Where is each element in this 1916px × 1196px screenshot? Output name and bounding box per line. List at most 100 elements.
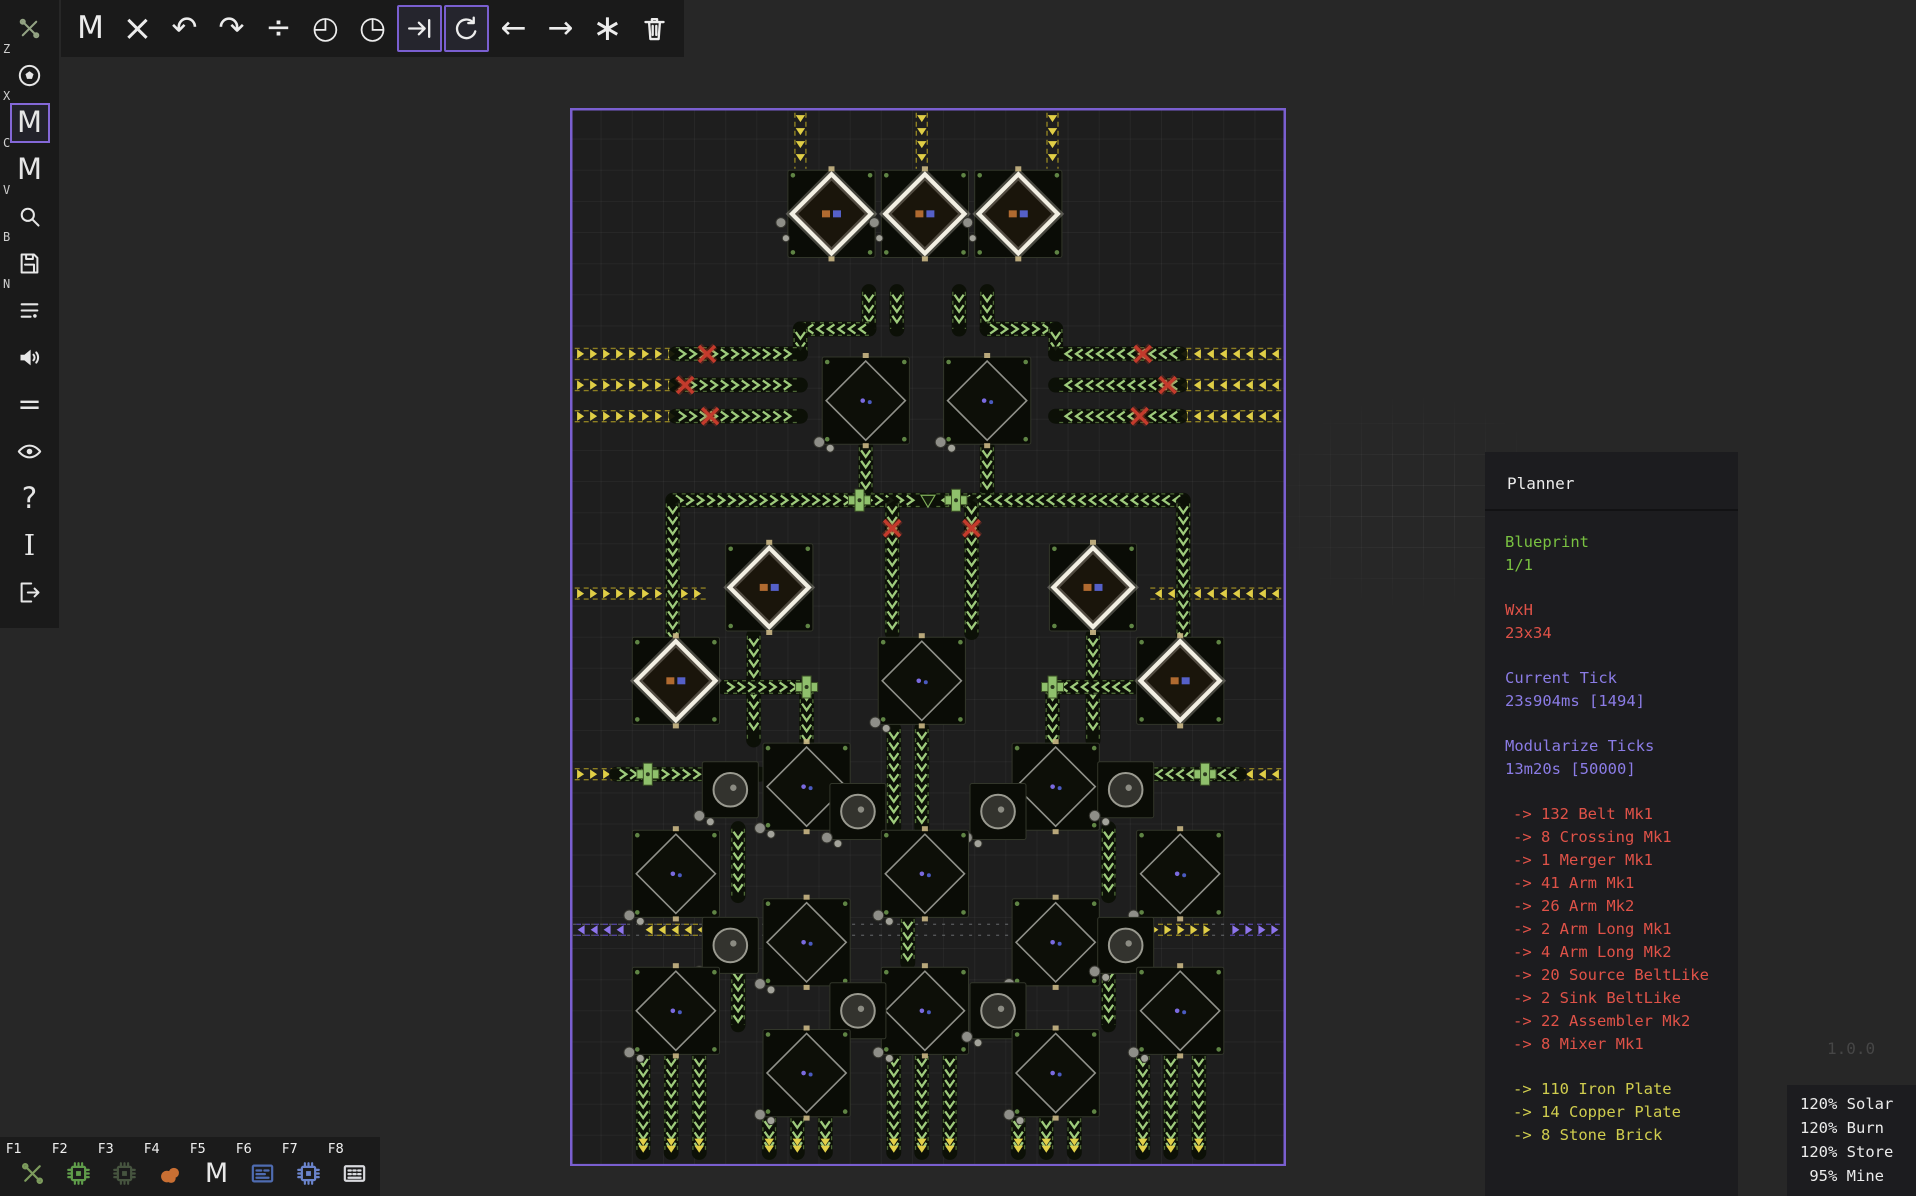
chip-icon: [63, 1158, 94, 1189]
sidebar-item-info-button[interactable]: I: [0, 522, 59, 569]
planner-component-line: -> 2 Arm Long Mk1: [1505, 918, 1718, 941]
sidebar-item-ball-tool[interactable]: X: [0, 52, 59, 99]
hotbar-slot-label: F7: [282, 1142, 298, 1157]
speaker-icon: [16, 344, 43, 371]
planner-component-line: -> 8 Crossing Mk1: [1505, 826, 1718, 849]
question-icon: ?: [22, 484, 37, 513]
ore-icon: [156, 1159, 185, 1188]
redo-button[interactable]: →: [538, 5, 583, 52]
divide-button-glyph: ÷: [266, 13, 292, 44]
hotbar-slot-f7[interactable]: F7: [280, 1139, 326, 1195]
list-icon: [16, 297, 43, 324]
hotbar-slot-f5[interactable]: F5M: [188, 1139, 234, 1195]
rotate-ccw-button[interactable]: ↶: [162, 5, 207, 52]
hotkey-label: X: [3, 89, 10, 103]
sidebar-item-harvest-tool[interactable]: Z: [0, 5, 59, 52]
undo-button[interactable]: ←: [491, 5, 536, 52]
left-sidebar: ZXMCMVBN=?I: [0, 0, 59, 628]
rotate-ccw-button-glyph: ↶: [172, 13, 198, 44]
tick-back-button[interactable]: ◴: [303, 5, 348, 52]
blueprint-svg: [570, 108, 1286, 1166]
hotbar-slot-label: F8: [328, 1142, 344, 1157]
undo-button-glyph: ←: [501, 13, 527, 44]
run-to-end-button[interactable]: [397, 5, 442, 52]
sidebar-item-exit-button[interactable]: [0, 569, 59, 616]
sidebar-item-equals-tool[interactable]: =: [0, 381, 59, 428]
divide-button[interactable]: ÷: [256, 5, 301, 52]
planner-current-tick-label: Current Tick: [1505, 667, 1718, 690]
ore-icon: [155, 1158, 186, 1189]
globe-icon: [16, 62, 43, 89]
sidebar-item-module-tool[interactable]: MC: [0, 99, 59, 146]
sidebar-item-help-button[interactable]: ?: [0, 475, 59, 522]
planner-material-line: -> 110 Iron Plate: [1505, 1078, 1718, 1101]
sidebar-item-visibility-toggle[interactable]: [0, 428, 59, 475]
hotbar-slot-f1[interactable]: F1: [4, 1139, 50, 1195]
planner-current-tick-value: 23s904ms [1494]: [1505, 690, 1718, 713]
hotbar-slot-f4[interactable]: F4: [142, 1139, 188, 1195]
exit-icon: [10, 573, 50, 613]
chip-icon: [109, 1158, 140, 1189]
chip-icon: [294, 1159, 323, 1188]
new-blueprint-button[interactable]: ∗: [585, 5, 630, 52]
tick-back-button-glyph: ◴: [312, 13, 339, 44]
hotbar-slot-f3[interactable]: F3: [96, 1139, 142, 1195]
hotbar-slot-f6[interactable]: F6: [234, 1139, 280, 1195]
search-icon: [10, 197, 50, 237]
hotkey-label: B: [3, 230, 10, 244]
hotbar-slot-f2[interactable]: F2: [50, 1139, 96, 1195]
blueprint-canvas[interactable]: [570, 108, 1286, 1167]
hotbar: F1F2 F3F4F5MF6 F7 F8: [0, 1137, 380, 1196]
letter-m: M: [17, 108, 42, 137]
equals-icon: =: [10, 385, 50, 425]
hotkey-label: Z: [3, 42, 10, 56]
planner-component-line: -> 4 Arm Long Mk2: [1505, 941, 1718, 964]
equals-icon: =: [17, 390, 41, 419]
delete-tool-button[interactable]: ×: [115, 5, 160, 52]
hotbar-slot-label: F2: [52, 1142, 68, 1157]
planner-component-line: -> 1 Merger Mk1: [1505, 849, 1718, 872]
chip-icon: [64, 1159, 93, 1188]
search-icon: [16, 203, 43, 230]
letter-m: M: [10, 150, 50, 190]
chip-icon: [293, 1158, 324, 1189]
module-tool-button[interactable]: M: [68, 5, 113, 52]
stat-line: 120% Store: [1800, 1140, 1916, 1164]
speaker-icon: [10, 338, 50, 378]
letter-m: M: [201, 1158, 232, 1189]
letter-m: M: [10, 103, 50, 143]
keys-icon: [339, 1158, 370, 1189]
tools-icon: [17, 1158, 48, 1189]
planner-modularize-label: Modularize Ticks: [1505, 735, 1718, 758]
i-icon: I: [10, 526, 50, 566]
sidebar-item-list-tool[interactable]: [0, 287, 59, 334]
planner-title: Planner: [1485, 452, 1738, 511]
chip-icon: [110, 1159, 139, 1188]
exit-icon: [16, 579, 43, 606]
tools-icon: [16, 15, 43, 42]
sidebar-item-module-alt-tool[interactable]: MV: [0, 146, 59, 193]
planner-size-value: 23x34: [1505, 622, 1718, 645]
hotbar-slot-label: F6: [236, 1142, 252, 1157]
planner-material-list: -> 110 Iron Plate-> 14 Copper Plate-> 8 …: [1505, 1078, 1718, 1147]
top-toolbar: M× ↶ ↷ ÷ ◴ ◷ ← →∗: [61, 0, 684, 57]
sidebar-item-sound-toggle[interactable]: [0, 334, 59, 381]
stat-line: 120% Solar: [1800, 1092, 1916, 1116]
tick-forward-button[interactable]: ◷: [350, 5, 395, 52]
loop-run-button[interactable]: [444, 5, 489, 52]
keys-icon: [340, 1159, 369, 1188]
planner-size-label: WxH: [1505, 599, 1718, 622]
planner-component-line: -> 20 Source BeltLike: [1505, 964, 1718, 987]
sidebar-item-inspect-tool[interactable]: B: [0, 193, 59, 240]
stat-line: 120% Burn: [1800, 1116, 1916, 1140]
performance-stats: 120% Solar120% Burn120% Store 95% Mine: [1787, 1085, 1916, 1196]
hotkey-label: N: [3, 277, 10, 291]
hotbar-slot-f8[interactable]: F8: [326, 1139, 372, 1195]
tick-forward-button-glyph: ◷: [359, 13, 386, 44]
rotate-cw-button[interactable]: ↷: [209, 5, 254, 52]
planner-component-line: -> 26 Arm Mk2: [1505, 895, 1718, 918]
planner-component-line: -> 22 Assembler Mk2: [1505, 1010, 1718, 1033]
sidebar-item-save-tool[interactable]: N: [0, 240, 59, 287]
trash-button[interactable]: [632, 5, 677, 52]
stat-line: 95% Mine: [1800, 1164, 1916, 1188]
